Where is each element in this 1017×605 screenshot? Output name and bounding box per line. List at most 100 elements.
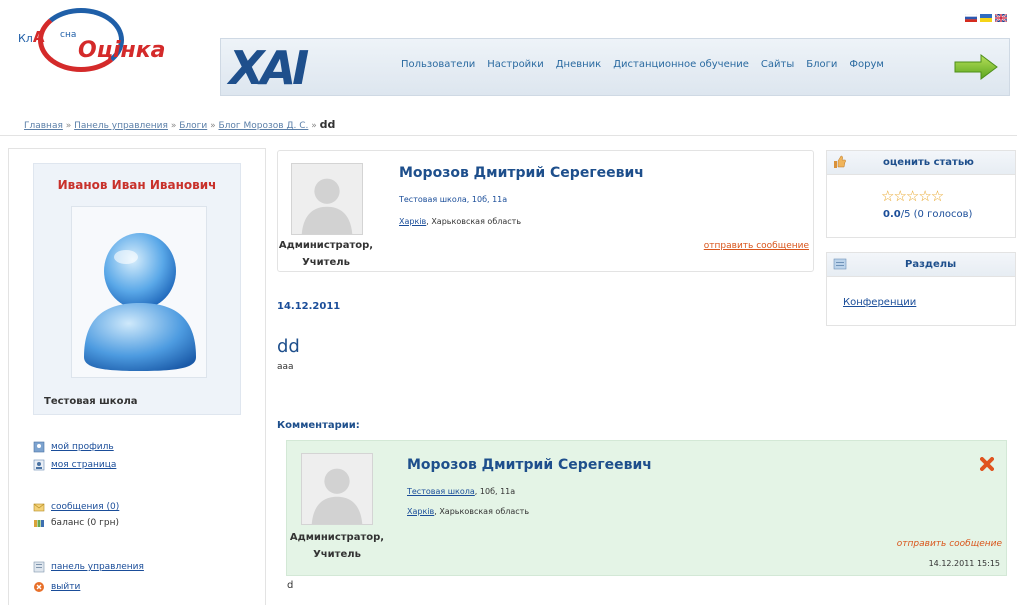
menu-label: баланс (0 грн) <box>51 518 119 528</box>
rating-value: 0.0/5 (0 голосов) <box>883 209 972 220</box>
breadcrumb-sep: » <box>311 121 317 131</box>
comment-send-message-link[interactable]: отправить сообщение <box>897 539 1002 549</box>
sections-box: Разделы Конференции <box>826 252 1016 326</box>
author-card: Администратор, Учитель Морозов Дмитрий С… <box>277 150 814 272</box>
rating-score: 0.0 <box>883 209 901 220</box>
post-body: ааа <box>277 362 294 372</box>
brand-logo[interactable]: ХАІ <box>229 41 309 95</box>
comment-datetime: 14.12.2011 15:15 <box>928 559 1000 568</box>
menu-label[interactable]: моя страница <box>51 460 116 470</box>
top-navigation-bar: ХАІ Пользователи Настройки Дневник Диста… <box>220 38 1010 96</box>
profile-icon <box>33 441 45 453</box>
sections-title: Разделы <box>905 259 957 270</box>
divider <box>0 135 1017 136</box>
sections-link-conferences[interactable]: Конференции <box>843 297 916 308</box>
avatar[interactable] <box>71 206 207 378</box>
comment-school-rest: , 10б, 11а <box>474 487 516 496</box>
user-school: Тестовая школа <box>44 396 138 407</box>
profile-card: Иванов Иван Иванович Тестовая школа <box>33 163 241 415</box>
arrow-right-icon[interactable] <box>953 53 999 81</box>
author-city[interactable]: Харків <box>399 217 426 226</box>
breadcrumb-panel[interactable]: Панель управления <box>74 121 168 131</box>
comment-author-role: Администратор, Учитель <box>287 529 387 563</box>
language-flags <box>965 14 1007 22</box>
menu-label[interactable]: панель управления <box>51 562 144 572</box>
balance-icon <box>34 520 44 527</box>
author-location: Харків, Харьковская область <box>399 217 521 226</box>
comment-city-link[interactable]: Харків <box>407 507 434 516</box>
menu-my-profile[interactable]: мой профиль <box>33 441 114 453</box>
thumbs-up-icon <box>834 155 846 168</box>
breadcrumb-sep: » <box>170 121 177 131</box>
comment-author-photo[interactable] <box>301 453 373 525</box>
role-line: Учитель <box>313 549 361 560</box>
comment-region: , Харьковская область <box>434 507 530 516</box>
menu-control-panel[interactable]: панель управления <box>33 561 144 573</box>
comments-heading: Комментарии: <box>277 420 360 431</box>
comment-author-location: Харків, Харьковская область <box>407 507 529 516</box>
breadcrumb-current: dd <box>319 118 336 131</box>
comment-card: Администратор, Учитель Морозов Дмитрий С… <box>286 440 1007 576</box>
nav-diary[interactable]: Дневник <box>556 59 601 70</box>
sections-icon <box>833 258 847 270</box>
nav-users[interactable]: Пользователи <box>401 59 475 70</box>
user-placeholder-icon <box>302 454 372 524</box>
menu-label[interactable]: выйти <box>51 582 80 592</box>
breadcrumb-blogs[interactable]: Блоги <box>179 121 207 131</box>
rating-votes: /5 (0 голосов) <box>900 209 973 220</box>
main-nav: Пользователи Настройки Дневник Дистанцио… <box>401 59 884 70</box>
user-avatar-icon <box>84 233 196 371</box>
ru-flag-icon[interactable] <box>965 14 977 22</box>
role-line: Учитель <box>302 257 350 268</box>
breadcrumb-sep: » <box>210 121 216 131</box>
comment-text: d <box>287 580 294 591</box>
ua-flag-icon[interactable] <box>980 14 992 22</box>
rating-title: оценить статью <box>883 157 974 168</box>
menu-exit[interactable]: выйти <box>33 581 80 593</box>
author-region: , Харьковская область <box>426 217 522 226</box>
breadcrumb-home[interactable]: Главная <box>24 121 63 131</box>
menu-my-page[interactable]: моя страница <box>33 459 116 471</box>
delete-icon[interactable] <box>980 457 994 471</box>
breadcrumb-blog-author[interactable]: Блог Морозов Д. С. <box>219 121 309 131</box>
logo-sup: сна <box>60 30 77 40</box>
exit-icon <box>34 582 44 592</box>
breadcrumb-sep: » <box>65 121 72 131</box>
rating-box: оценить статью ☆☆☆☆☆ 0.0/5 (0 голосов) <box>826 150 1016 238</box>
nav-settings[interactable]: Настройки <box>487 59 543 70</box>
author-name[interactable]: Морозов Дмитрий Серегеевич <box>399 165 644 181</box>
comment-author-school: Тестовая школа, 10б, 11а <box>407 487 515 496</box>
breadcrumb: Главная » Панель управления » Блоги » Бл… <box>24 118 335 131</box>
comment-school-link[interactable]: Тестовая школа <box>407 487 475 496</box>
sections-box-header: Разделы <box>827 253 1015 277</box>
menu-label[interactable]: мой профиль <box>51 442 114 452</box>
user-placeholder-icon <box>292 164 362 234</box>
nav-blogs[interactable]: Блоги <box>806 59 837 70</box>
rating-stars[interactable]: ☆☆☆☆☆ <box>881 187 944 205</box>
uk-flag-icon[interactable] <box>995 14 1007 22</box>
nav-forum[interactable]: Форум <box>849 59 884 70</box>
rating-box-header: оценить статью <box>827 151 1015 175</box>
post-date: 14.12.2011 <box>277 301 341 312</box>
menu-messages[interactable]: сообщения (0) <box>33 501 119 513</box>
author-role: Администратор, Учитель <box>278 237 374 271</box>
post-title: dd <box>277 336 300 357</box>
mail-icon <box>33 503 45 512</box>
panel-icon <box>33 561 45 573</box>
user-sidebar: Иванов Иван Иванович Тестовая школа мой … <box>8 148 266 605</box>
role-line: Администратор, <box>289 532 385 543</box>
user-name: Иванов Иван Иванович <box>57 178 217 192</box>
nav-distance-learning[interactable]: Дистанционное обучение <box>613 59 749 70</box>
role-line: Администратор, <box>278 240 374 251</box>
site-logo[interactable]: КлА сна Оцінка <box>14 6 174 74</box>
nav-sites[interactable]: Сайты <box>761 59 794 70</box>
logo-prefix: КлА <box>18 28 45 46</box>
logo-main: Оцінка <box>78 38 166 63</box>
comment-author-name[interactable]: Морозов Дмитрий Серегеевич <box>407 457 652 473</box>
send-message-link[interactable]: отправить сообщение <box>704 241 809 251</box>
menu-label[interactable]: сообщения (0) <box>51 502 119 512</box>
author-photo[interactable] <box>291 163 363 235</box>
page-icon <box>33 459 45 471</box>
menu-balance: баланс (0 грн) <box>33 517 119 529</box>
author-school[interactable]: Тестовая школа, 10б, 11а <box>399 195 507 204</box>
